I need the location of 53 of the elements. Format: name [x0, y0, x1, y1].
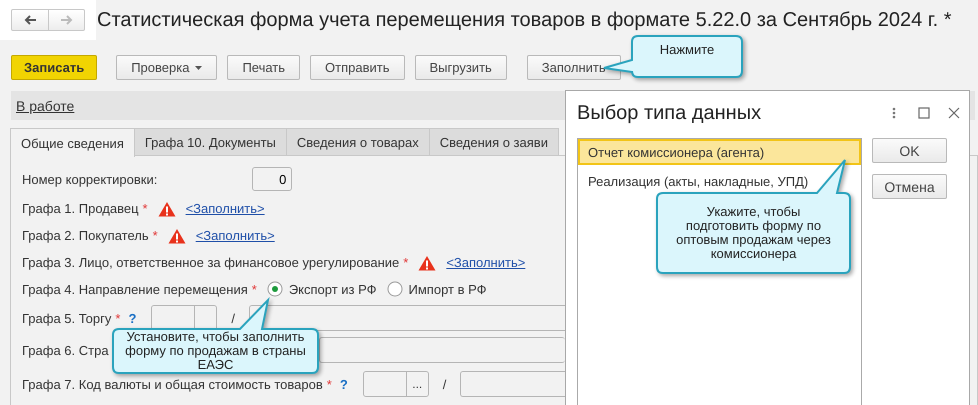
input-field[interactable] — [249, 305, 565, 331]
fill-link[interactable]: <Заполнить> — [196, 228, 275, 243]
callout-text: Нажмите — [660, 42, 714, 56]
radio-option[interactable]: Экспорт из РФ — [266, 281, 377, 297]
help-mark[interactable]: ? — [340, 376, 348, 392]
close-icon[interactable] — [948, 107, 960, 119]
tab[interactable]: Графа 10. Документы — [134, 128, 287, 155]
maximize-icon[interactable] — [918, 107, 930, 119]
list-item[interactable]: Отчет комиссионера (агента) — [578, 139, 861, 165]
toolbar-button[interactable]: Проверка — [116, 55, 218, 80]
fill-link[interactable]: <Заполнить> — [446, 255, 526, 270]
toolbar-button[interactable]: Заполнить — [526, 55, 621, 80]
required-mark: * — [142, 201, 148, 216]
callout-text: Установите, чтобы заполнить форму по продажам в страны ЕАЭС — [124, 330, 307, 372]
input-field[interactable] — [318, 337, 565, 363]
tab[interactable]: Общие сведения — [10, 128, 135, 157]
fill-link[interactable]: <Заполнить> — [186, 201, 265, 216]
toolbar-button[interactable]: Отправить — [310, 55, 404, 80]
tab[interactable]: Сведения о товарах — [286, 128, 430, 155]
required-mark: * — [115, 310, 120, 326]
left-arrow-icon — [23, 14, 37, 26]
separator: / — [442, 376, 446, 392]
required-mark: * — [403, 255, 408, 270]
field-label: Графа 5. Торгу — [22, 310, 112, 326]
toolbar-button[interactable]: Печать — [227, 55, 300, 80]
code-field[interactable]: ... — [362, 371, 429, 397]
separator: / — [231, 310, 236, 326]
required-mark: * — [252, 282, 257, 296]
tab[interactable]: Сведения о заяви — [428, 128, 559, 155]
caret-icon — [195, 66, 202, 70]
field-label: Графа 1. Продавец — [22, 201, 139, 216]
help-mark[interactable]: ? — [128, 310, 136, 326]
field-label: Графа 7. Код валюты и общая стоимость товаров — [22, 376, 323, 392]
dialog-button[interactable]: OK — [872, 138, 947, 163]
required-mark: * — [152, 228, 158, 243]
picker-button[interactable]: ... — [406, 372, 428, 396]
field-label: Графа 2. Покупатель — [22, 228, 149, 243]
field-label: Графа 4. Направление перемещения — [22, 282, 248, 296]
toolbar-button[interactable]: Выгрузить — [414, 55, 507, 80]
status-link[interactable]: В работе — [16, 98, 74, 114]
toolbar-button[interactable]: Записать — [11, 55, 98, 80]
dialog-title: Выбор типа данных — [577, 102, 762, 124]
field-label: Графа 3. Лицо, ответственное за финансовое урегулирование — [22, 255, 400, 270]
required-mark: * — [326, 376, 332, 392]
window-title: Статистическая форма учета перемещения товаров в формате 5.22.0 за Сентябрь 2024 г. * — [97, 8, 952, 32]
field-label: Графа 6. Стра — [22, 342, 109, 358]
input-field[interactable]: 0 — [252, 167, 292, 191]
list-item[interactable]: Реализация (акты, накладные, УПД) — [578, 168, 818, 194]
field-label: Номер корректировки: — [22, 172, 158, 186]
callout-text: Укажите, чтобы подготовить форму по оптовым продажам через комиссионера — [675, 205, 832, 261]
dialog-button[interactable]: Отмена — [872, 174, 947, 199]
radio-option[interactable]: Импорт в РФ — [386, 281, 487, 297]
right-arrow-icon — [60, 14, 74, 26]
